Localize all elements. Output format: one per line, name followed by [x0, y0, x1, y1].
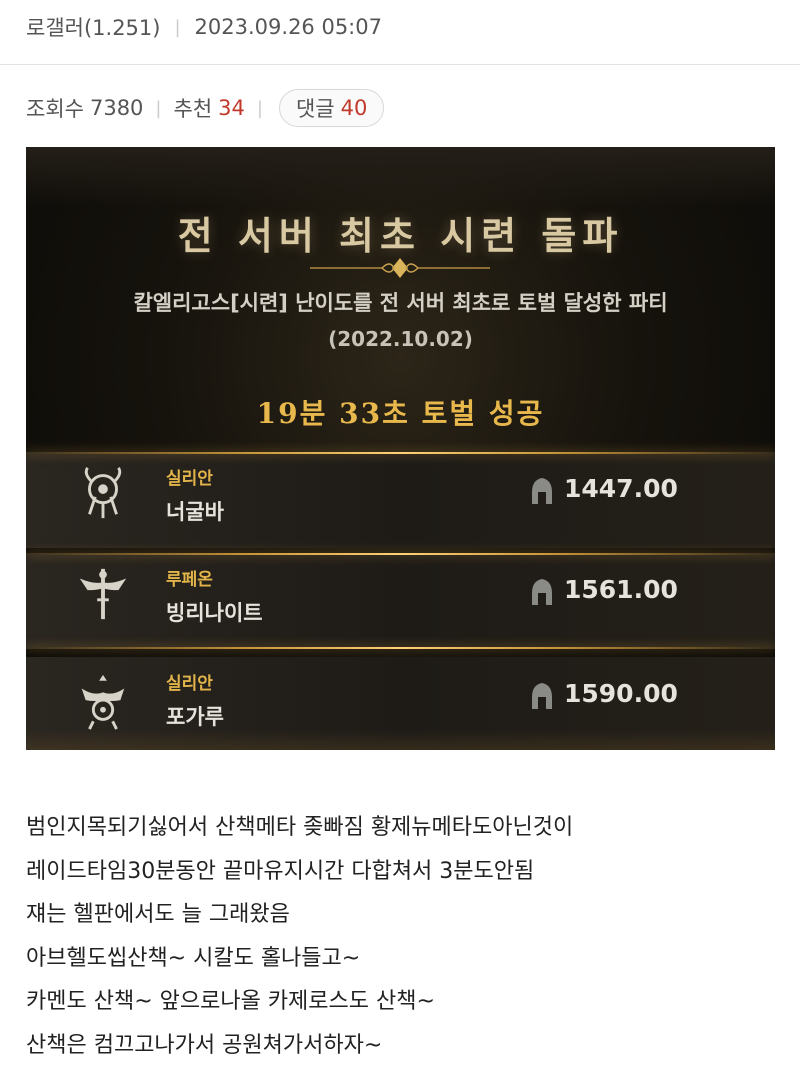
recommend-label: 추천: [173, 97, 213, 121]
achievement-title: 전 서버 최초 시련 돌파: [177, 213, 624, 258]
member-item-level: 1590.00: [564, 679, 678, 708]
body-line: 레이드타임30분동안 끝마유지시간 다합쳐서 3분도안됨: [26, 858, 535, 884]
body-line: 카멘도 산책~ 앞으로나올 카제로스도 산책~: [26, 989, 435, 1015]
gold-divider: [26, 647, 775, 649]
achievement-date: (2022.10.02): [328, 327, 473, 351]
post-datetime: 2023.09.26 05:07: [194, 15, 382, 39]
clear-time: 19분 33초 토벌 성공: [256, 397, 545, 430]
views-label: 조회수: [26, 97, 84, 121]
member-name: 빙리나이트: [166, 601, 263, 625]
item-level-helmet-icon: [532, 579, 552, 605]
party-member-row: 실리안 너굴바 1447.00: [26, 452, 775, 548]
member-server: 루페온: [166, 570, 213, 590]
item-level-helmet-icon: [532, 478, 552, 504]
comments-button[interactable]: 댓글 40: [278, 89, 385, 127]
author-name[interactable]: 로갤러(1.251): [26, 12, 160, 42]
recommend-count: 34: [218, 96, 245, 120]
header-divider: [0, 64, 800, 65]
body-line: 아브헬도씹산책~ 시칼도 홀나들고~: [26, 945, 361, 971]
views-count: 7380: [89, 96, 144, 120]
gold-divider: [26, 452, 775, 454]
paladin-class-icon: [79, 568, 127, 620]
destroyer-class-icon: [84, 467, 122, 519]
post-body: 범인지목되기싫어서 산책메타 좆빠짐 황제뉴메타도아닌것이 레이드타임30분동안…: [26, 806, 786, 1068]
post-meta: 로갤러(1.251) | 2023.09.26 05:07: [26, 8, 382, 46]
gold-divider: [26, 553, 775, 555]
image-top-fog: [26, 147, 775, 207]
member-name: 너굴바: [166, 500, 224, 524]
bard-class-icon: [81, 674, 125, 730]
body-line: 산책은 컴끄고나가서 공원쳐가서하자~: [26, 1032, 383, 1058]
game-screenshot[interactable]: 전 서버 최초 시련 돌파 칼엘리고스[시련] 난이도를 전 서버 최초로 토벌…: [26, 147, 775, 750]
member-server: 실리안: [166, 469, 213, 489]
comments-label: 댓글: [295, 97, 335, 121]
member-name: 포가루: [166, 705, 224, 729]
body-line: 쟤는 헬판에서도 늘 그래왔음: [26, 902, 290, 928]
member-server: 실리안: [166, 674, 213, 694]
party-member-row: 루페온 빙리나이트 1561.00: [26, 553, 775, 649]
member-item-level: 1447.00: [564, 474, 678, 503]
member-item-level: 1561.00: [564, 575, 678, 604]
body-line: 범인지목되기싫어서 산책메타 좆빠짐 황제뉴메타도아닌것이: [26, 815, 574, 840]
gold-ornament-icon: [310, 258, 490, 278]
comments-count: 40: [340, 96, 368, 120]
achievement-description: 칼엘리고스[시련] 난이도를 전 서버 최초로 토벌 달성한 파티: [133, 291, 668, 315]
item-level-helmet-icon: [532, 683, 552, 709]
image-bottom-glow: [26, 730, 775, 750]
stats-separator: |: [155, 97, 162, 119]
meta-separator: |: [174, 16, 181, 38]
post-stats: 조회수 7380 | 추천 34 | 댓글 40: [26, 88, 385, 128]
stats-separator: |: [256, 97, 263, 119]
